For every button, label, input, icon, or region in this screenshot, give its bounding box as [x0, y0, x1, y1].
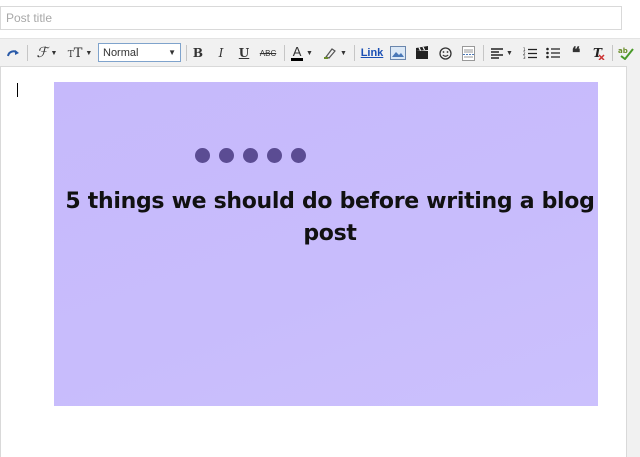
editor-toolbar: ℱ▼ TT▼ Normal ▼ B I U ABC A ▼ ▼ Link ▼: [0, 38, 640, 66]
page-break-icon: [461, 45, 475, 61]
clapperboard-icon: [416, 46, 428, 59]
banner-image[interactable]: 5 things we should do before writing a b…: [54, 82, 598, 406]
text-color-button[interactable]: A ▼: [289, 43, 315, 63]
font-size-button[interactable]: TT ▼: [66, 43, 94, 63]
font-family-icon: ℱ: [36, 45, 48, 61]
smiley-icon: [438, 46, 452, 60]
spellcheck-icon: ab: [618, 47, 634, 60]
redo-icon[interactable]: [4, 43, 22, 63]
toolbar-separator: [27, 45, 28, 61]
clear-formatting-icon: T: [593, 47, 605, 60]
banner-dot: [267, 148, 282, 163]
post-body-editor[interactable]: 5 things we should do before writing a b…: [0, 66, 627, 457]
chevron-down-icon: ▼: [506, 49, 513, 57]
align-left-icon: [491, 47, 504, 59]
highlighter-icon: [324, 48, 336, 59]
spell-check-button[interactable]: ab: [617, 43, 635, 63]
banner-dot: [243, 148, 258, 163]
banner-dots: [195, 148, 306, 163]
bulleted-list-button[interactable]: [544, 43, 562, 63]
chevron-down-icon: ▼: [50, 49, 58, 57]
numbered-list-icon: 123: [523, 47, 537, 59]
insert-link-button[interactable]: Link: [359, 43, 385, 63]
underline-button[interactable]: U: [236, 43, 252, 63]
text-color-icon: A: [291, 43, 304, 61]
text-cursor: [17, 83, 18, 97]
banner-heading: 5 things we should do before writing a b…: [65, 189, 595, 246]
italic-button[interactable]: I: [213, 43, 229, 63]
banner-dot: [219, 148, 234, 163]
chevron-down-icon: ▼: [306, 49, 313, 57]
insert-video-button[interactable]: [413, 43, 431, 63]
font-size-icon: TT: [67, 45, 83, 61]
strikethrough-button[interactable]: ABC: [257, 43, 279, 63]
format-select-value: Normal: [103, 46, 139, 59]
post-title-input[interactable]: [0, 6, 622, 30]
toolbar-separator: [612, 45, 613, 61]
chevron-down-icon: ▼: [340, 49, 347, 57]
post-title-bar: [0, 0, 640, 38]
toolbar-separator: [483, 45, 484, 61]
highlight-color-button[interactable]: ▼: [321, 43, 349, 63]
toolbar-separator: [186, 45, 187, 61]
remove-formatting-button[interactable]: T: [590, 43, 608, 63]
svg-text:3: 3: [523, 55, 526, 59]
banner-dot: [195, 148, 210, 163]
bulleted-list-icon: [546, 47, 560, 59]
chevron-down-icon: ▼: [85, 49, 93, 57]
toolbar-separator: [354, 45, 355, 61]
image-icon: [390, 46, 406, 60]
toolbar-separator: [284, 45, 285, 61]
format-select[interactable]: Normal ▼: [98, 43, 181, 62]
bold-button[interactable]: B: [190, 43, 206, 63]
font-family-button[interactable]: ℱ ▼: [33, 43, 61, 63]
insert-jump-break-button[interactable]: [459, 43, 477, 63]
text-color-letter: A: [292, 43, 302, 59]
svg-text:ab: ab: [618, 47, 628, 55]
quote-button[interactable]: ❝: [567, 43, 585, 63]
quote-icon: ❝: [571, 43, 581, 62]
text-color-bar: [291, 57, 304, 61]
insert-image-button[interactable]: [389, 43, 407, 63]
alignment-button[interactable]: ▼: [488, 43, 516, 63]
banner-dot: [291, 148, 306, 163]
chevron-down-icon: ▼: [168, 48, 176, 57]
insert-emoji-button[interactable]: [436, 43, 454, 63]
numbered-list-button[interactable]: 123: [521, 43, 539, 63]
